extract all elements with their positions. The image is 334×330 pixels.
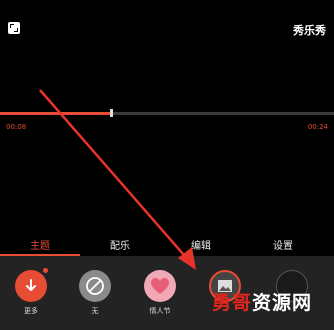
annotation-arrow: [39, 89, 196, 270]
